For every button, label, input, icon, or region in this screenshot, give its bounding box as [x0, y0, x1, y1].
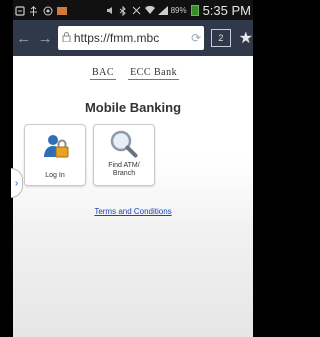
notification-icon [15, 5, 25, 16]
image-notification-icon [57, 6, 67, 15]
bac-logo: BAC [90, 67, 117, 80]
magnifier-icon [109, 129, 139, 164]
mute-icon [106, 6, 115, 15]
find-atm-branch-button[interactable]: Find ATM/ Branch [93, 124, 155, 186]
wifi-icon [144, 5, 155, 15]
tabs-button[interactable]: 2 [211, 29, 231, 47]
phone-screen: 89% 5:35 PM ← → https://fmm.mbc ⟳ 2 ★ BA… [0, 0, 253, 337]
url-text: https://fmm.mbc [73, 31, 160, 45]
browser-toolbar: ← → https://fmm.mbc ⟳ 2 ★ [13, 20, 253, 56]
app-notification-icon [43, 6, 53, 15]
reload-icon[interactable]: ⟳ [191, 31, 201, 45]
bluetooth-icon [119, 5, 128, 16]
usb-icon [29, 5, 38, 16]
battery-percent: 89% [170, 5, 187, 15]
address-bar[interactable]: https://fmm.mbc ⟳ [57, 26, 205, 50]
status-bar: 89% 5:35 PM [13, 0, 253, 20]
bookmark-star-icon[interactable]: ★ [239, 28, 253, 48]
find-atm-label-line1: Find ATM/ [108, 162, 140, 169]
find-atm-label-line2: Branch [112, 170, 136, 177]
back-button[interactable]: ← [13, 20, 34, 56]
page-title: Mobile Banking [84, 100, 182, 115]
arrow-left-icon: ← [16, 29, 32, 47]
battery-icon [190, 4, 199, 16]
bank-logos: BAC ECC Bank [90, 66, 180, 80]
arrow-right-icon: → [37, 29, 53, 47]
tab-count: 2 [218, 33, 224, 43]
nfc-icon [132, 6, 141, 15]
log-in-label: Log In [45, 172, 65, 179]
web-page: BAC ECC Bank Mobile Banking Log In Find … [13, 56, 253, 337]
clock: 5:35 PM [202, 2, 251, 18]
forward-button[interactable]: → [34, 20, 55, 56]
padlock-user-icon [42, 133, 70, 166]
ecc-bank-logo: ECC Bank [128, 67, 180, 80]
log-in-button[interactable]: Log In [24, 124, 86, 186]
terms-and-conditions-link[interactable]: Terms and Conditions [13, 207, 253, 216]
chevron-right-icon: › [14, 177, 19, 189]
lock-icon [62, 31, 71, 45]
signal-icon [157, 5, 168, 15]
